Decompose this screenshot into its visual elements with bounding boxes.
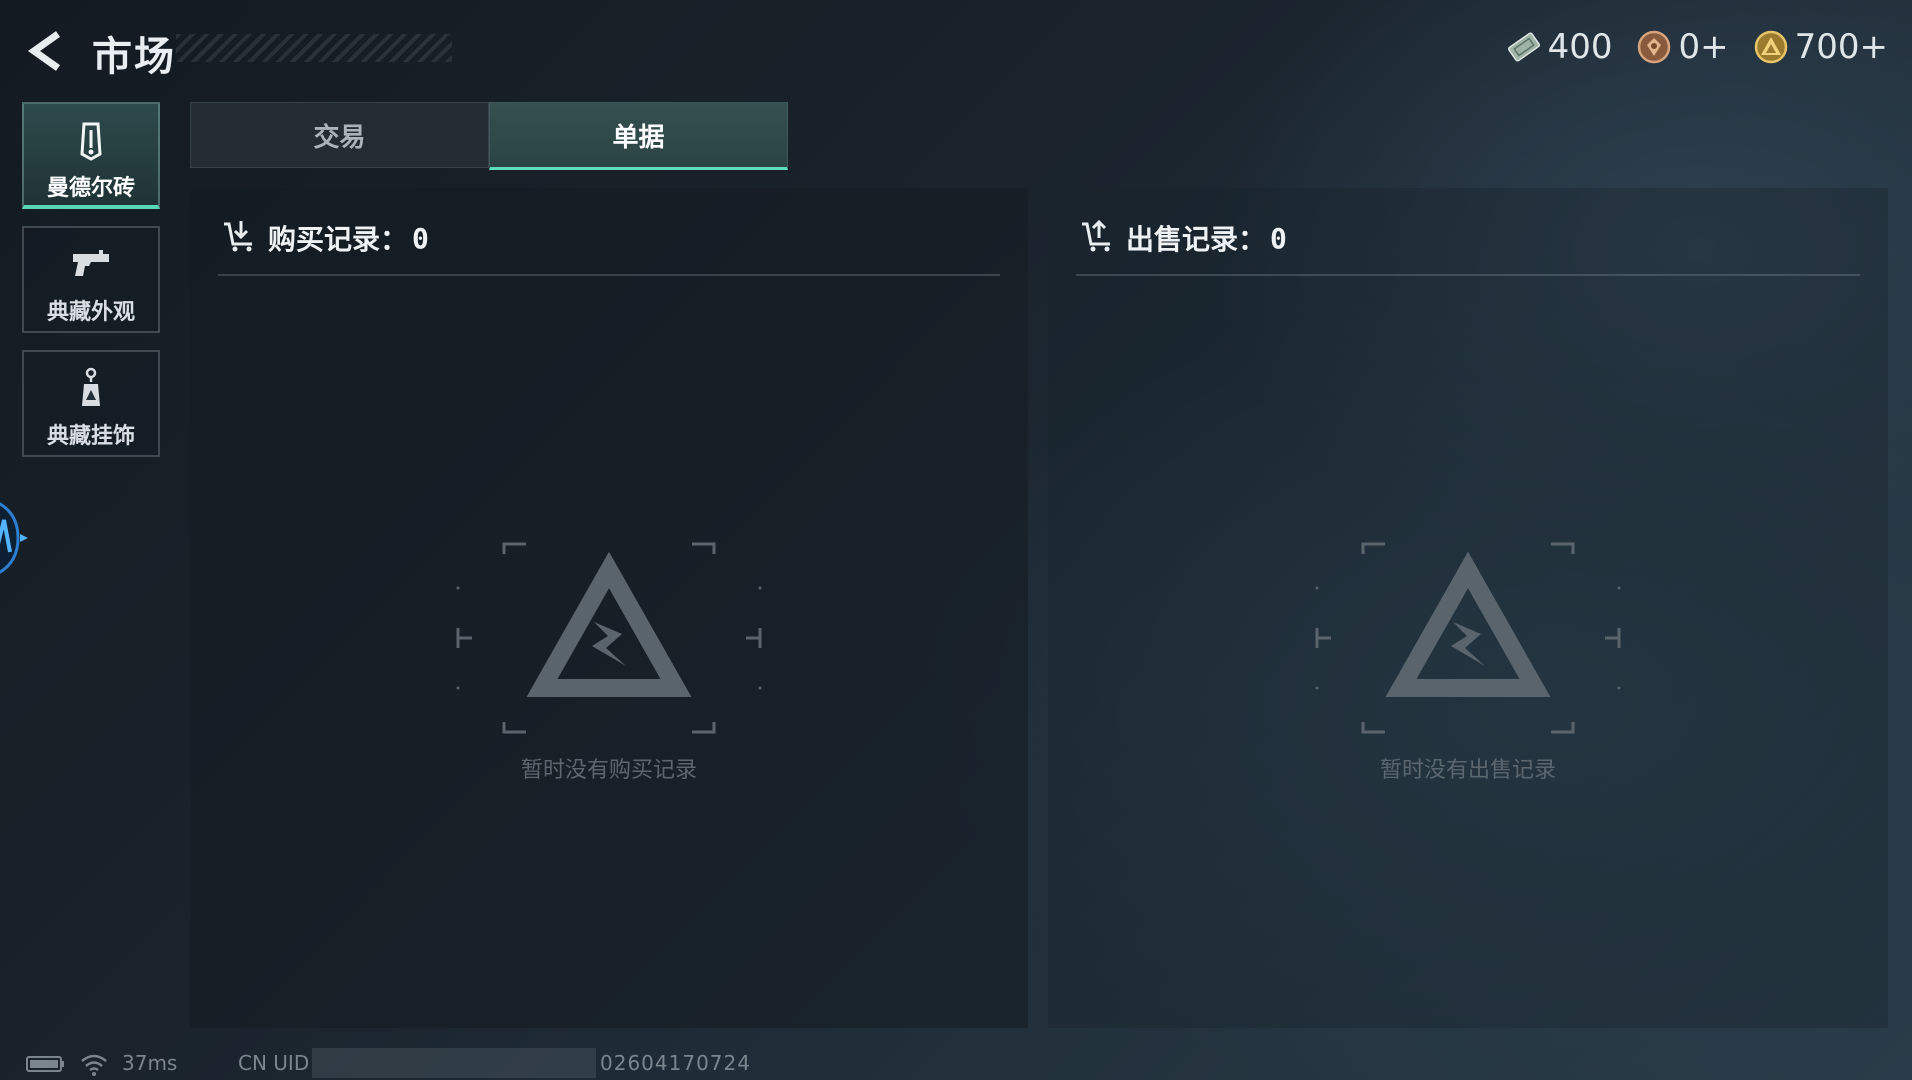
uid-mask: [312, 1048, 596, 1078]
sale-empty-state: 暂时没有出售记录: [1303, 538, 1633, 783]
sale-records-header: 出售记录： 0: [1076, 188, 1860, 276]
pistol-icon: [73, 250, 109, 276]
bronze-coin-icon: [1638, 30, 1671, 64]
purchase-records-panel: 购买记录： 0 暂时没有购买记录: [190, 188, 1028, 1028]
purchase-records-header: 购买记录： 0: [218, 188, 1000, 276]
page-title: 市场: [92, 34, 176, 80]
tab-trade[interactable]: 交易: [190, 102, 489, 168]
purchase-records-title: 购买记录： 0: [268, 218, 429, 258]
sidebar-item-label: 典藏外观: [46, 300, 135, 325]
sale-records-label: 出售记录：: [1126, 223, 1267, 256]
keychain-charm-icon: [82, 367, 100, 406]
purchase-empty-text: 暂时没有购买记录: [520, 758, 697, 783]
sale-empty-text: 暂时没有出售记录: [1379, 758, 1556, 783]
empty-placeholder-icon: [456, 542, 762, 734]
empty-placeholder-icon: [1315, 542, 1621, 734]
sale-records-panel: 出售记录： 0 暂时没有出售记录: [1048, 188, 1888, 1028]
sidebar-item-collection-skin[interactable]: 典藏外观: [22, 226, 160, 333]
sale-records-title: 出售记录： 0: [1126, 218, 1287, 258]
sidebar-item-collection-charm[interactable]: 典藏挂饰: [22, 350, 160, 457]
uid-value: 02604170724: [600, 1051, 751, 1075]
currency-ticket[interactable]: 400: [1506, 27, 1613, 67]
tab-records[interactable]: 单据: [489, 102, 788, 170]
top-header: 市场 400 0+ 700+: [0, 0, 1912, 100]
market-tabs: 交易 单据: [190, 102, 788, 170]
purchase-records-count: 0: [412, 221, 429, 255]
currency-bronze-value: 0+: [1678, 27, 1729, 67]
purchase-records-label: 购买记录：: [268, 223, 409, 256]
mandel-brick-icon: [80, 122, 102, 161]
side-badge-icon[interactable]: [0, 490, 36, 586]
battery-icon: [26, 1056, 64, 1072]
chevron-left-icon[interactable]: [22, 28, 68, 74]
uid-label: CN UID: [238, 1051, 310, 1075]
ping-text: 37ms: [122, 1051, 178, 1075]
currency-bronze[interactable]: 0+: [1636, 27, 1729, 67]
category-sidebar: 曼德尔砖 典藏外观 典藏挂饰: [22, 102, 160, 474]
cart-download-icon: [224, 221, 252, 252]
status-bar: 37ms CN UID 02604170724: [0, 1046, 1912, 1080]
purchase-empty-state: 暂时没有购买记录: [444, 538, 774, 783]
currency-bar: 400 0+ 700+: [1506, 24, 1888, 70]
currency-ticket-value: 400: [1547, 27, 1613, 67]
ticket-icon: [1507, 32, 1540, 62]
sidebar-item-label: 典藏挂饰: [46, 424, 135, 449]
wifi-icon: [81, 1054, 107, 1076]
gold-coin-icon: [1754, 30, 1787, 64]
sale-records-count: 0: [1270, 221, 1287, 255]
title-decoration: [176, 34, 452, 62]
currency-gold-value: 700+: [1794, 27, 1888, 67]
sidebar-item-mandel-brick[interactable]: 曼德尔砖: [22, 102, 160, 209]
currency-gold[interactable]: 700+: [1753, 27, 1888, 67]
cart-upload-icon: [1082, 219, 1110, 252]
sidebar-item-label: 曼德尔砖: [46, 176, 135, 201]
